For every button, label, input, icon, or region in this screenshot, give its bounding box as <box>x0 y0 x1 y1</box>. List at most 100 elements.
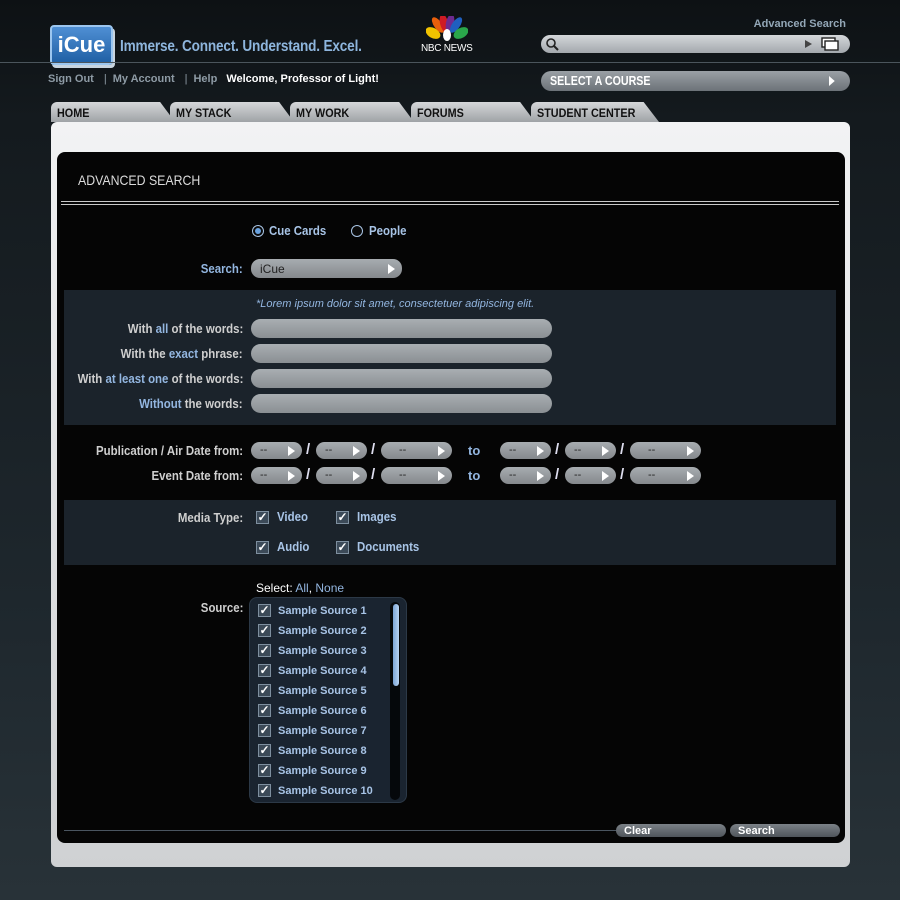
icue-logo[interactable]: iCue <box>50 25 113 65</box>
audio-checkbox[interactable]: ✓ <box>256 541 269 554</box>
search-type-select[interactable]: iCue <box>251 259 402 278</box>
tab-forums-label: FORUMS <box>417 106 464 120</box>
pub-to-month-select[interactable]: -- <box>500 442 551 459</box>
event-from-month-value: -- <box>260 469 268 481</box>
radio-cue-cards[interactable] <box>252 225 264 237</box>
source-list[interactable]: ✓ Sample Source 1 ✓ Sample Source 2 ✓ Sampl… <box>249 597 407 803</box>
title-divider <box>61 201 839 205</box>
utility-nav: Sign Out | My Account | Help Welcome, Profess… <box>48 73 385 85</box>
images-checkbox[interactable]: ✓ <box>336 511 349 524</box>
source-checkbox[interactable]: ✓ <box>258 684 271 697</box>
source-checkbox[interactable]: ✓ <box>258 764 271 777</box>
documents-label: Documents <box>357 539 420 554</box>
source-item-label: Sample Source 6 <box>278 705 367 717</box>
source-item-label: Sample Source 3 <box>278 645 367 657</box>
nbc-news-label: NBC NEWS <box>421 43 473 54</box>
dropdown-arrow-icon <box>353 471 360 481</box>
event-to-year-value: -- <box>648 469 656 481</box>
tab-home[interactable]: HOME <box>51 102 175 122</box>
source-checkbox[interactable]: ✓ <box>258 784 271 797</box>
select-none-link[interactable]: None <box>315 581 344 595</box>
all-words-pre: With <box>127 321 156 336</box>
documents-checkbox[interactable]: ✓ <box>336 541 349 554</box>
tab-forums[interactable]: FORUMS <box>411 102 535 122</box>
source-label: Source: <box>200 600 243 615</box>
source-scrollbar-thumb[interactable] <box>393 604 399 686</box>
my-account-link[interactable]: My Account <box>113 73 175 85</box>
at-least-one-pre: With <box>77 371 106 386</box>
event-from-day-select[interactable]: -- <box>316 467 367 484</box>
images-label: Images <box>357 509 397 524</box>
select-all-link[interactable]: All <box>295 581 308 595</box>
date-to-label: to <box>468 468 481 483</box>
dropdown-arrow-icon <box>537 471 544 481</box>
advanced-search-link[interactable]: Advanced Search <box>754 18 846 30</box>
exact-phrase-label: With the exact phrase: <box>121 346 243 361</box>
at-least-one-input[interactable] <box>251 369 552 388</box>
search-button[interactable]: Search <box>730 824 840 837</box>
event-to-month-select[interactable]: -- <box>500 467 551 484</box>
dropdown-arrow-icon <box>353 446 360 456</box>
event-to-year-select[interactable]: -- <box>630 467 701 484</box>
tab-my-work-label: MY WORK <box>296 106 350 120</box>
search-go-arrow-icon[interactable] <box>805 40 812 48</box>
event-from-year-select[interactable]: -- <box>381 467 452 484</box>
clear-button[interactable]: Clear <box>616 824 726 837</box>
pub-to-day-select[interactable]: -- <box>565 442 616 459</box>
audio-label: Audio <box>277 539 310 554</box>
video-checkbox[interactable]: ✓ <box>256 511 269 524</box>
dropdown-arrow-icon <box>687 446 694 456</box>
without-words-input[interactable] <box>251 394 552 413</box>
exact-phrase-input[interactable] <box>251 344 552 363</box>
tab-my-stack[interactable]: MY STACK <box>170 102 294 122</box>
source-checkbox[interactable]: ✓ <box>258 704 271 717</box>
radio-people[interactable] <box>351 225 363 237</box>
global-search-input[interactable] <box>565 37 799 51</box>
dropdown-arrow-icon <box>438 471 445 481</box>
tab-my-work[interactable]: MY WORK <box>290 102 414 122</box>
event-to-day-select[interactable]: -- <box>565 467 616 484</box>
source-item-label: Sample Source 1 <box>278 605 367 617</box>
dropdown-arrow-icon <box>687 471 694 481</box>
help-link[interactable]: Help <box>193 73 217 85</box>
screen-icon[interactable] <box>821 36 839 52</box>
global-search-bar <box>541 35 850 53</box>
date-to-label: to <box>468 443 481 458</box>
exact-phrase-highlight: exact <box>169 346 199 361</box>
pub-to-year-select[interactable]: -- <box>630 442 701 459</box>
source-checkbox[interactable]: ✓ <box>258 744 271 757</box>
cue-cards-label: Cue Cards <box>269 223 327 238</box>
select-prefix: Select: <box>256 581 293 595</box>
without-words-post: the words: <box>181 396 243 411</box>
event-from-month-select[interactable]: -- <box>251 467 302 484</box>
pub-from-day-select[interactable]: -- <box>316 442 367 459</box>
without-words-highlight: Without <box>139 396 182 411</box>
source-checkbox[interactable]: ✓ <box>258 624 271 637</box>
sign-out-link[interactable]: Sign Out <box>48 73 94 85</box>
select-course-dropdown[interactable]: SELECT A COURSE <box>541 71 850 91</box>
event-to-month-value: -- <box>509 469 517 481</box>
source-select-controls: Select: All, None <box>256 581 344 595</box>
search-label: Search: <box>201 261 243 276</box>
event-from-day-value: -- <box>325 469 333 481</box>
advanced-search-form <box>57 152 845 843</box>
select-course-label: SELECT A COURSE <box>550 73 651 88</box>
dropdown-arrow-icon <box>602 471 609 481</box>
media-type-label: Media Type: <box>177 510 243 525</box>
all-words-input[interactable] <box>251 319 552 338</box>
source-checkbox[interactable]: ✓ <box>258 604 271 617</box>
people-label: People <box>369 223 407 238</box>
date-slash: / <box>555 441 560 458</box>
tab-student-center[interactable]: STUDENT CENTER <box>531 102 659 122</box>
source-item-label: Sample Source 10 <box>278 785 373 797</box>
event-from-year-value: -- <box>399 469 407 481</box>
source-checkbox[interactable]: ✓ <box>258 724 271 737</box>
source-checkbox[interactable]: ✓ <box>258 664 271 677</box>
pub-from-year-select[interactable]: -- <box>381 442 452 459</box>
publication-date-label: Publication / Air Date from: <box>95 443 243 458</box>
at-least-one-post: of the words: <box>168 371 243 386</box>
pub-from-year-value: -- <box>399 444 407 456</box>
source-checkbox[interactable]: ✓ <box>258 644 271 657</box>
pub-from-month-select[interactable]: -- <box>251 442 302 459</box>
nav-separator: | <box>103 73 107 85</box>
